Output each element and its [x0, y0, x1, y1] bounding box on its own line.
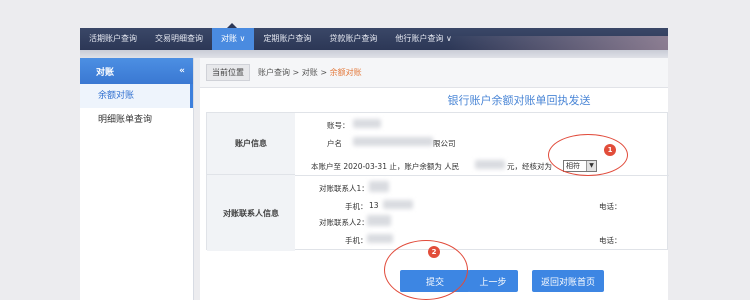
top-nav-bar: 活期账户查询 交易明细查询 对账 ∨ 定期账户查询 贷款账户查询 他行账户查询 …	[80, 23, 668, 50]
nav-reconciliation[interactable]: 对账 ∨	[212, 28, 255, 50]
phone2-label: 电话：	[599, 236, 622, 245]
breadcrumb-trail: 账户查询 > 对账 > 余额对账	[258, 67, 362, 78]
breadcrumb-last: 余额对账	[329, 68, 362, 77]
back-to-home-button[interactable]: 返回对账首页	[532, 270, 604, 292]
contacts-label: 对账联系人信息	[207, 175, 295, 251]
sub-header-strip	[80, 50, 668, 58]
mobile2-redacted	[367, 234, 393, 243]
reconciliation-form: 账户信息 对账联系人信息 账号： 户名 限公司 本账户至 2020-03-31 …	[206, 112, 669, 251]
nav-decoration	[448, 36, 668, 50]
account-no-redacted	[353, 119, 381, 128]
annotation-badge-1: 1	[604, 144, 616, 156]
sidebar-header: 对账 «	[80, 58, 193, 84]
breadcrumb: 当前位置 账户查询 > 对账 > 余额对账	[200, 58, 668, 88]
nav-current-account[interactable]: 活期账户查询	[80, 28, 146, 50]
mobile1-redacted	[383, 200, 413, 209]
account-name-label: 户名	[327, 139, 342, 148]
account-no-label: 账号：	[327, 121, 350, 130]
annotation-badge-2: 2	[428, 246, 440, 258]
mobile1-value: 13	[369, 201, 379, 210]
account-name-suffix: 限公司	[433, 139, 456, 148]
page-title: 银行账户余额对账单回执发送	[447, 94, 591, 107]
balance-redacted	[475, 160, 505, 169]
breadcrumb-current-label: 当前位置	[206, 64, 250, 81]
contact1-redacted	[369, 181, 389, 192]
contact2-redacted	[367, 215, 391, 226]
nav-transaction-detail[interactable]: 交易明细查询	[146, 28, 212, 50]
sidebar: 对账 « 余额对账 明细账单查询	[80, 58, 194, 300]
account-name-redacted	[353, 137, 433, 146]
row-divider	[295, 175, 669, 176]
annotation-ellipse-2	[384, 240, 468, 300]
contact2-label: 对账联系人2：	[319, 218, 369, 227]
balance-suffix: 元，经核对为	[507, 162, 552, 171]
account-info-label: 账户信息	[207, 113, 295, 175]
balance-prefix: 本账户至 2020-03-31 止，账户余额为 人民	[311, 162, 460, 171]
phone1-label: 电话：	[599, 202, 622, 211]
prev-step-button[interactable]: 上一步	[468, 270, 518, 292]
sidebar-item-statement-query[interactable]: 明细账单查询	[80, 108, 193, 132]
sidebar-title: 对账	[96, 67, 115, 78]
annotation-ellipse-1	[548, 134, 628, 176]
contact1-label: 对账联系人1：	[319, 184, 369, 193]
breadcrumb-path[interactable]: 账户查询 > 对账 >	[258, 68, 330, 77]
collapse-icon[interactable]: «	[179, 66, 185, 76]
active-notch	[227, 23, 237, 28]
nav-fixed-account[interactable]: 定期账户查询	[254, 28, 320, 50]
sidebar-item-balance-reconciliation[interactable]: 余额对账	[80, 84, 193, 108]
mobile1-label: 手机：	[345, 202, 368, 211]
nav-loan-account[interactable]: 贷款账户查询	[320, 28, 386, 50]
mobile2-label: 手机：	[345, 236, 368, 245]
